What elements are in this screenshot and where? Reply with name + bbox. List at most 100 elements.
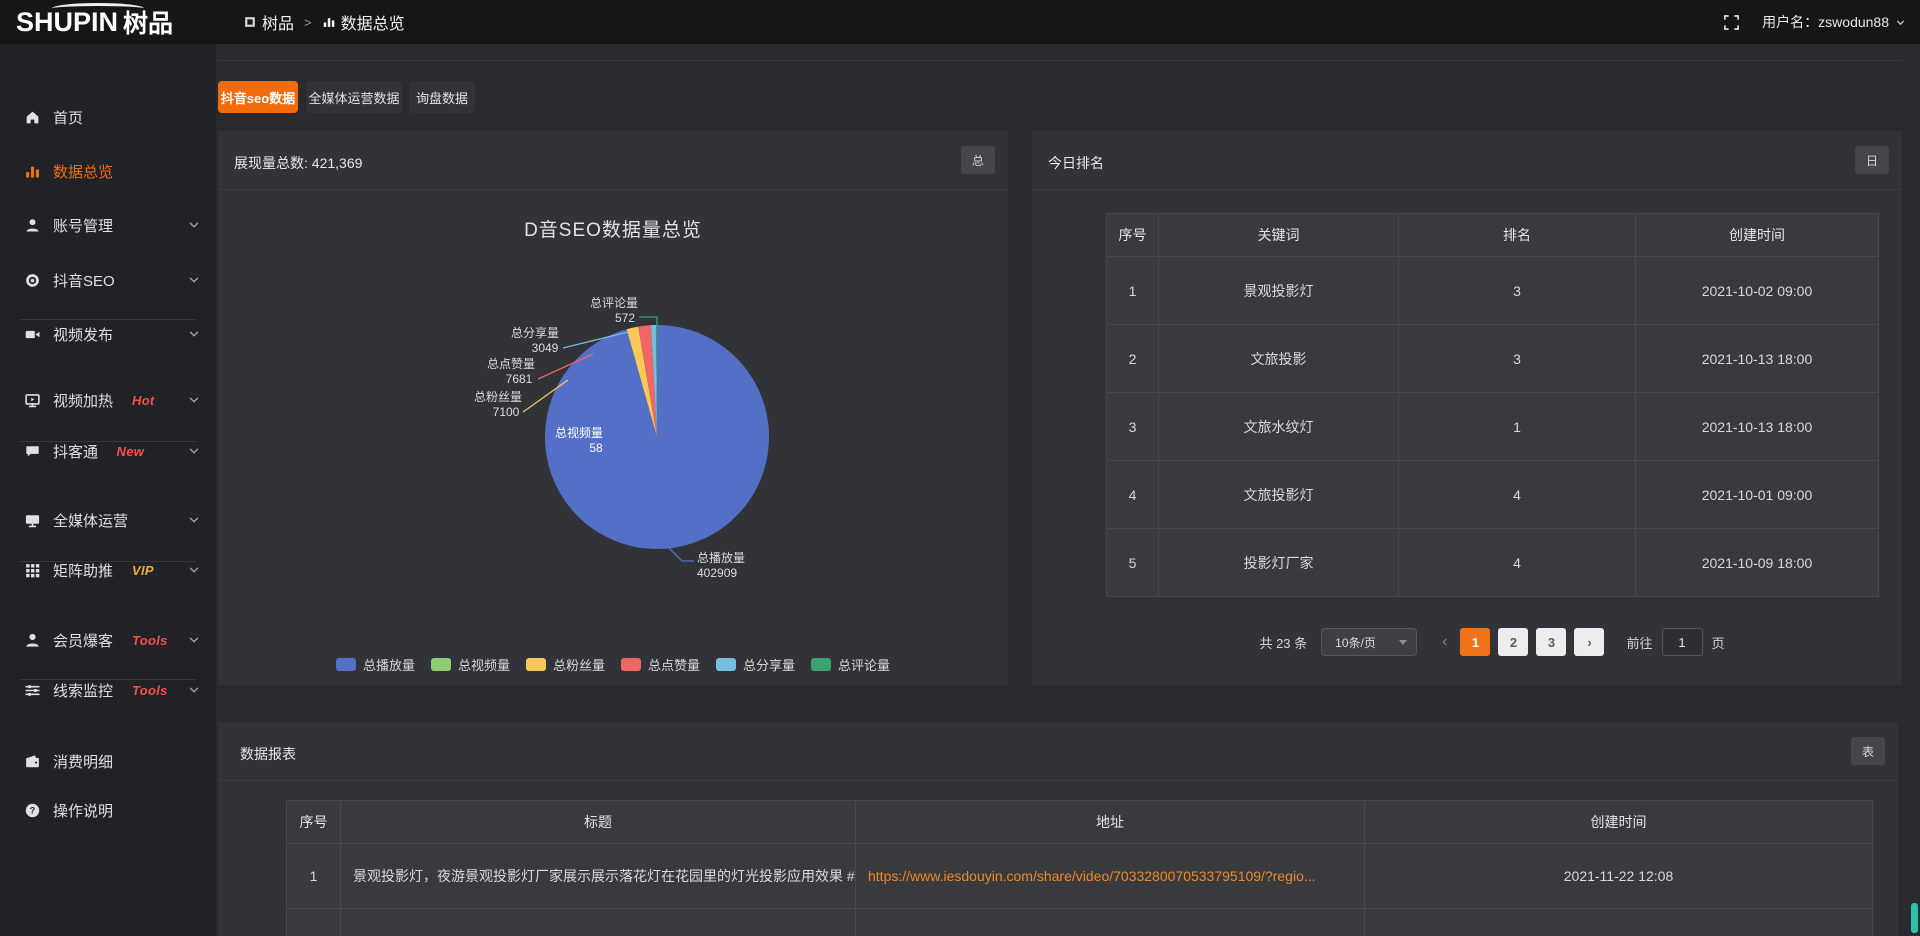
top-header-bar: SHUPIN 树品 树品 > 数据总览 用户名：zswodun88: [0, 0, 1920, 44]
page-button-3[interactable]: 3: [1536, 628, 1566, 656]
bar-chart-icon: [322, 15, 336, 29]
prev-page-button[interactable]: ‹: [1442, 633, 1447, 651]
tab-inquiry[interactable]: 询盘数据: [409, 81, 475, 113]
legend-item[interactable]: 总播放量: [336, 655, 415, 674]
pie-value-shares: 3049: [532, 341, 559, 355]
table-cell: 3: [1399, 257, 1636, 325]
page-button-2[interactable]: 2: [1498, 628, 1528, 656]
column-header: 创建时间: [1365, 801, 1873, 844]
table-cell: 4: [1399, 529, 1636, 597]
page-size-value: 10条/页: [1335, 634, 1376, 651]
chat-icon: [23, 442, 41, 460]
chevron-down-icon: [188, 445, 200, 457]
sidebar-item-label: 视频发布: [53, 324, 113, 345]
pie-label-videos: 总视频量: [555, 425, 603, 440]
app-icon: [243, 15, 257, 29]
sidebar-item-label: 首页: [53, 107, 83, 128]
sidebar-badge: New: [117, 444, 145, 459]
sidebar-item-label: 矩阵助推: [53, 560, 113, 581]
legend-item[interactable]: 总粉丝量: [526, 655, 605, 674]
sidebar-item-gear[interactable]: 抖音SEO: [0, 265, 216, 295]
breadcrumb-item-current[interactable]: 数据总览: [322, 10, 405, 34]
seo-chart-panel: 展现量总数: 421,369 总 D音SEO数据量总览 总评论量 572 总分享…: [218, 131, 1008, 685]
sidebar-item-screen-play[interactable]: 视频加热Hot: [0, 385, 216, 415]
panel-header: 展现量总数: 421,369 总: [218, 131, 1008, 190]
sidebar-divider: [20, 561, 196, 562]
sidebar-item-label: 抖音SEO: [53, 270, 115, 291]
legend-swatch: [811, 658, 831, 671]
user-menu[interactable]: 用户名：zswodun88: [1762, 12, 1906, 32]
floating-widget-edge[interactable]: [1911, 903, 1918, 933]
legend-item[interactable]: 总评论量: [811, 655, 890, 674]
column-header: 关键词: [1159, 214, 1399, 257]
table-cell: 景观投影灯: [1159, 257, 1399, 325]
table-row: [287, 909, 1873, 936]
day-view-button[interactable]: 日: [1855, 146, 1889, 174]
table-cell: [1365, 909, 1873, 936]
table-row: 3文旅水纹灯12021-10-13 18:00: [1107, 393, 1879, 461]
fullscreen-icon[interactable]: [1723, 14, 1740, 31]
pie-value-plays: 402909: [697, 566, 737, 580]
sliders-icon: [23, 681, 41, 699]
screen-play-icon: [23, 391, 41, 409]
table-cell: 4: [1107, 461, 1159, 529]
column-header: 排名: [1399, 214, 1636, 257]
table-view-button[interactable]: 表: [1851, 737, 1885, 765]
app-logo: SHUPIN 树品: [16, 0, 173, 44]
home-icon: [23, 108, 41, 126]
sidebar-item-wallet[interactable]: 消费明细: [0, 746, 216, 776]
page-size-select[interactable]: 10条/页: [1321, 628, 1417, 656]
legend-label: 总评论量: [838, 655, 890, 674]
goto-page-input[interactable]: [1662, 628, 1703, 656]
sidebar-item-user-solid[interactable]: 会员爆客Tools: [0, 625, 216, 655]
table-cell: 2021-10-01 09:00: [1636, 461, 1879, 529]
page-button-1[interactable]: 1: [1460, 628, 1490, 656]
tab-douyin-seo[interactable]: 抖音seo数据: [218, 81, 298, 113]
sidebar-item-video[interactable]: 视频发布: [0, 319, 216, 349]
table-cell: 3: [1399, 325, 1636, 393]
table-cell: 2021-10-13 18:00: [1636, 325, 1879, 393]
sidebar-item-label: 账号管理: [53, 215, 113, 236]
table-cell: [287, 909, 341, 936]
legend-item[interactable]: 总分享量: [716, 655, 795, 674]
breadcrumb-label: 数据总览: [341, 10, 405, 34]
legend-item[interactable]: 总点赞量: [621, 655, 700, 674]
grid-icon: [23, 561, 41, 579]
table-cell: 2: [1107, 325, 1159, 393]
sidebar-item-bar-chart[interactable]: 数据总览: [0, 156, 216, 186]
pie-value-videos: 58: [589, 441, 603, 455]
table-cell: 1: [1107, 257, 1159, 325]
total-view-button[interactable]: 总: [961, 146, 995, 174]
table-cell: 文旅水纹灯: [1159, 393, 1399, 461]
sidebar-item-label: 全媒体运营: [53, 510, 128, 531]
sidebar-item-grid[interactable]: 矩阵助推VIP: [0, 555, 216, 585]
sidebar-item-monitor[interactable]: 全媒体运营: [0, 505, 216, 535]
column-header: 标题: [341, 801, 856, 844]
table-cell: 文旅投影灯: [1159, 461, 1399, 529]
legend-label: 总粉丝量: [553, 655, 605, 674]
pie-label-comments: 总评论量: [590, 296, 638, 310]
chevron-down-icon: [188, 634, 200, 646]
svg-text:?: ?: [29, 805, 35, 815]
legend-item[interactable]: 总视频量: [431, 655, 510, 674]
table-cell: https://www.iesdouyin.com/share/video/70…: [856, 844, 1365, 909]
column-header: 创建时间: [1636, 214, 1879, 257]
report-link[interactable]: https://www.iesdouyin.com/share/video/70…: [868, 868, 1316, 884]
table-cell: 5: [1107, 529, 1159, 597]
breadcrumb-item-home[interactable]: 树品: [243, 10, 294, 34]
chevron-down-icon: [188, 514, 200, 526]
user-icon: [23, 216, 41, 234]
sidebar-item-question[interactable]: ?操作说明: [0, 795, 216, 825]
table-cell: 1: [1399, 393, 1636, 461]
sidebar-item-user[interactable]: 账号管理: [0, 210, 216, 240]
legend-swatch: [336, 658, 356, 671]
table-cell: [856, 909, 1365, 936]
sidebar-item-home[interactable]: 首页: [0, 102, 216, 132]
video-icon: [23, 325, 41, 343]
table-cell: 文旅投影: [1159, 325, 1399, 393]
sidebar-item-label: 视频加热: [53, 390, 113, 411]
tab-omni-media[interactable]: 全媒体运营数据: [306, 81, 402, 113]
table-cell: 4: [1399, 461, 1636, 529]
next-page-button[interactable]: ›: [1574, 628, 1604, 656]
goto-label: 前往: [1626, 633, 1652, 652]
